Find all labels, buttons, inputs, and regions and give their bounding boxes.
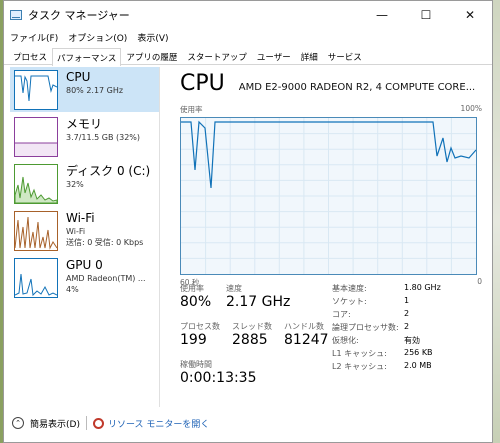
threads-value: 2885 (232, 332, 268, 348)
spec-base-speed-value: 1.80 GHz (404, 283, 441, 292)
cpu-model-name: AMD E2-9000 RADEON R2, 4 COMPUTE CORE... (238, 82, 476, 93)
spec-virtualization-value: 有効 (404, 336, 420, 345)
footer-divider (85, 416, 87, 430)
cpu-detail-panel: CPU AMD E2-9000 RADEON R2, 4 COMPUTE COR… (180, 71, 482, 401)
graph-max-label: 100% (460, 104, 482, 113)
tab-services[interactable]: サービス (323, 47, 367, 65)
performance-content: CPU 80% 2.17 GHz メモリ 3.7/11.5 GB (32%) デ… (4, 65, 492, 407)
sidebar-item-gpu[interactable]: GPU 0 AMD Radeon(TM) ... 4% (10, 255, 159, 300)
wifi-thumbnail-graph (14, 211, 58, 251)
task-manager-window: タスク マネージャー — ☐ ✕ ファイル(F) オプション(O) 表示(V) … (3, 0, 493, 443)
speed-value: 2.17 GHz (226, 294, 291, 310)
spec-logical-value: 2 (404, 322, 410, 331)
spec-l1-label: L1 キャッシュ: (332, 349, 387, 358)
window-title: タスク マネージャー (28, 9, 130, 22)
sidebar-disk-title: ディスク 0 (C:) (66, 164, 151, 178)
tab-app-history[interactable]: アプリの履歴 (121, 47, 182, 65)
footer-bar: ⌃ 簡易表示(D) リソース モニターを開く (4, 409, 492, 437)
tab-performance[interactable]: パフォーマンス (52, 48, 122, 66)
sidebar-gpu-usage: 4% (66, 285, 79, 294)
usage-value: 80% (180, 294, 212, 310)
fewer-details-button[interactable]: 簡易表示(D) (30, 417, 80, 430)
sidebar-item-memory[interactable]: メモリ 3.7/11.5 GB (32%) (10, 114, 159, 159)
sidebar-disk-usage: 32% (66, 180, 84, 189)
uptime-value: 0:00:13:35 (180, 370, 257, 386)
sidebar-wifi-title: Wi-Fi (66, 211, 95, 225)
sidebar-wifi-throughput: 送信: 0 受信: 0 Kbps (66, 238, 144, 247)
sidebar-item-wifi[interactable]: Wi-Fi Wi-Fi 送信: 0 受信: 0 Kbps (10, 208, 159, 253)
uptime-label: 稼働時間 (180, 360, 212, 369)
maximize-button[interactable]: ☐ (404, 1, 448, 29)
sidebar-item-cpu[interactable]: CPU 80% 2.17 GHz (10, 67, 159, 112)
spec-cores-label: コア: (332, 310, 351, 319)
spec-l2-value: 2.0 MB (404, 361, 432, 370)
cpu-specs-table: 基本速度: 1.80 GHz ソケット: 1 コア: 2 論理プロセッサ数: 2 仮想化… (332, 283, 441, 374)
handles-label: ハンドル数 (284, 322, 324, 331)
menu-view[interactable]: 表示(V) (137, 31, 168, 44)
threads-label: スレッド数 (232, 322, 272, 331)
handles-value: 81247 (284, 332, 329, 348)
sidebar-cpu-title: CPU (66, 70, 91, 84)
graph-usage-label: 使用率 (180, 105, 203, 114)
title-bar: タスク マネージャー — ☐ ✕ (4, 1, 492, 29)
task-manager-icon (10, 10, 22, 20)
cpu-usage-graph (180, 117, 477, 275)
sidebar-memory-usage: 3.7/11.5 GB (32%) (66, 133, 141, 142)
tab-bar: プロセス パフォーマンス アプリの履歴 スタートアップ ユーザー 詳細 サービス (4, 47, 492, 66)
spec-logical-label: 論理プロセッサ数: (332, 323, 399, 332)
open-resource-monitor-link[interactable]: リソース モニターを開く (108, 417, 209, 430)
processes-label: プロセス数 (180, 322, 220, 331)
spec-sockets-value: 1 (404, 296, 410, 305)
sidebar-memory-title: メモリ (66, 117, 103, 131)
resource-sidebar: CPU 80% 2.17 GHz メモリ 3.7/11.5 GB (32%) デ… (10, 67, 160, 407)
sidebar-gpu-title: GPU 0 (66, 258, 103, 272)
cpu-heading: CPU (180, 71, 225, 96)
spec-l1-value: 256 KB (404, 348, 433, 357)
graph-zero-label: 0 (477, 277, 482, 286)
tab-details[interactable]: 詳細 (296, 47, 323, 65)
cpu-thumbnail-graph (14, 70, 58, 110)
chevron-up-icon[interactable]: ⌃ (12, 417, 24, 429)
processes-value: 199 (180, 332, 207, 348)
usage-label: 使用率 (180, 284, 204, 293)
resource-monitor-icon (92, 417, 104, 429)
menu-bar: ファイル(F) オプション(O) 表示(V) (4, 29, 492, 45)
menu-file[interactable]: ファイル(F) (10, 31, 58, 44)
sidebar-wifi-name: Wi-Fi (66, 227, 86, 236)
sidebar-item-disk[interactable]: ディスク 0 (C:) 32% (10, 161, 159, 206)
desktop-background-right (492, 0, 500, 443)
sidebar-gpu-name: AMD Radeon(TM) ... (66, 274, 146, 283)
tab-startup[interactable]: スタートアップ (182, 47, 252, 65)
tab-users[interactable]: ユーザー (252, 47, 296, 65)
disk-thumbnail-graph (14, 164, 58, 204)
speed-label: 速度 (226, 284, 242, 293)
spec-sockets-label: ソケット: (332, 297, 367, 306)
minimize-button[interactable]: — (360, 1, 404, 29)
sidebar-cpu-usage: 80% 2.17 GHz (66, 86, 124, 95)
tab-processes[interactable]: プロセス (8, 47, 52, 65)
gpu-thumbnail-graph (14, 258, 58, 298)
menu-options[interactable]: オプション(O) (68, 31, 127, 44)
memory-thumbnail-graph (14, 117, 58, 157)
spec-virtualization-label: 仮想化: (332, 336, 359, 345)
spec-base-speed-label: 基本速度: (332, 284, 367, 293)
spec-cores-value: 2 (404, 309, 410, 318)
spec-l2-label: L2 キャッシュ: (332, 362, 387, 371)
close-button[interactable]: ✕ (448, 1, 492, 29)
